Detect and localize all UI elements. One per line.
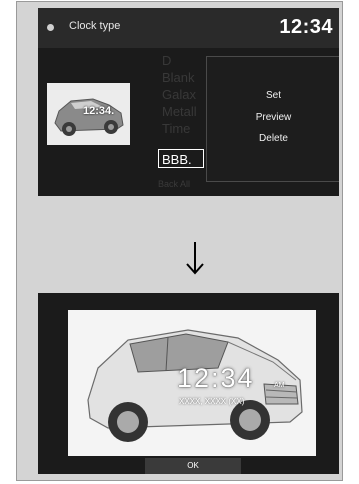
preview-clock: 12:34	[177, 363, 255, 393]
wallpaper-preview: 12:34 AM XXXX, XXXX (XX)	[68, 310, 316, 456]
options-popup: Set Preview Delete	[206, 56, 339, 182]
set-button[interactable]: Set	[207, 90, 339, 101]
preview-date: XXXX, XXXX (XX)	[179, 397, 245, 406]
selected-wallpaper-item[interactable]: BBB.	[158, 149, 204, 168]
bottom-hint: Back All	[158, 179, 191, 189]
clock-type-screen: Clock type 12:34 D Blank Galax Metall Ti…	[38, 8, 339, 196]
background-menu-list: D Blank Galax Metall Time	[162, 52, 197, 137]
header-clock: 12:34	[279, 16, 333, 38]
menu-item: Metall	[162, 104, 197, 119]
preview-button[interactable]: Preview	[207, 112, 339, 123]
menu-item: Galax	[162, 87, 196, 102]
menu-item: D	[162, 53, 172, 68]
thumbnail-clock: 12:34.	[83, 105, 115, 117]
preview-screen: 12:34 AM XXXX, XXXX (XX) OK	[38, 293, 339, 474]
down-arrow-icon	[186, 242, 204, 275]
wallpaper-thumbnail[interactable]: 12:34.	[47, 83, 130, 145]
ok-button[interactable]: OK	[145, 458, 241, 474]
menu-item: Blank	[162, 70, 195, 85]
menu-item: Time	[162, 121, 191, 136]
screen-title: Clock type	[69, 20, 121, 32]
delete-button[interactable]: Delete	[207, 133, 339, 144]
title-bar: Clock type 12:34	[38, 8, 339, 48]
ampm-indicator: AM	[274, 382, 285, 389]
circle-icon	[47, 24, 54, 31]
